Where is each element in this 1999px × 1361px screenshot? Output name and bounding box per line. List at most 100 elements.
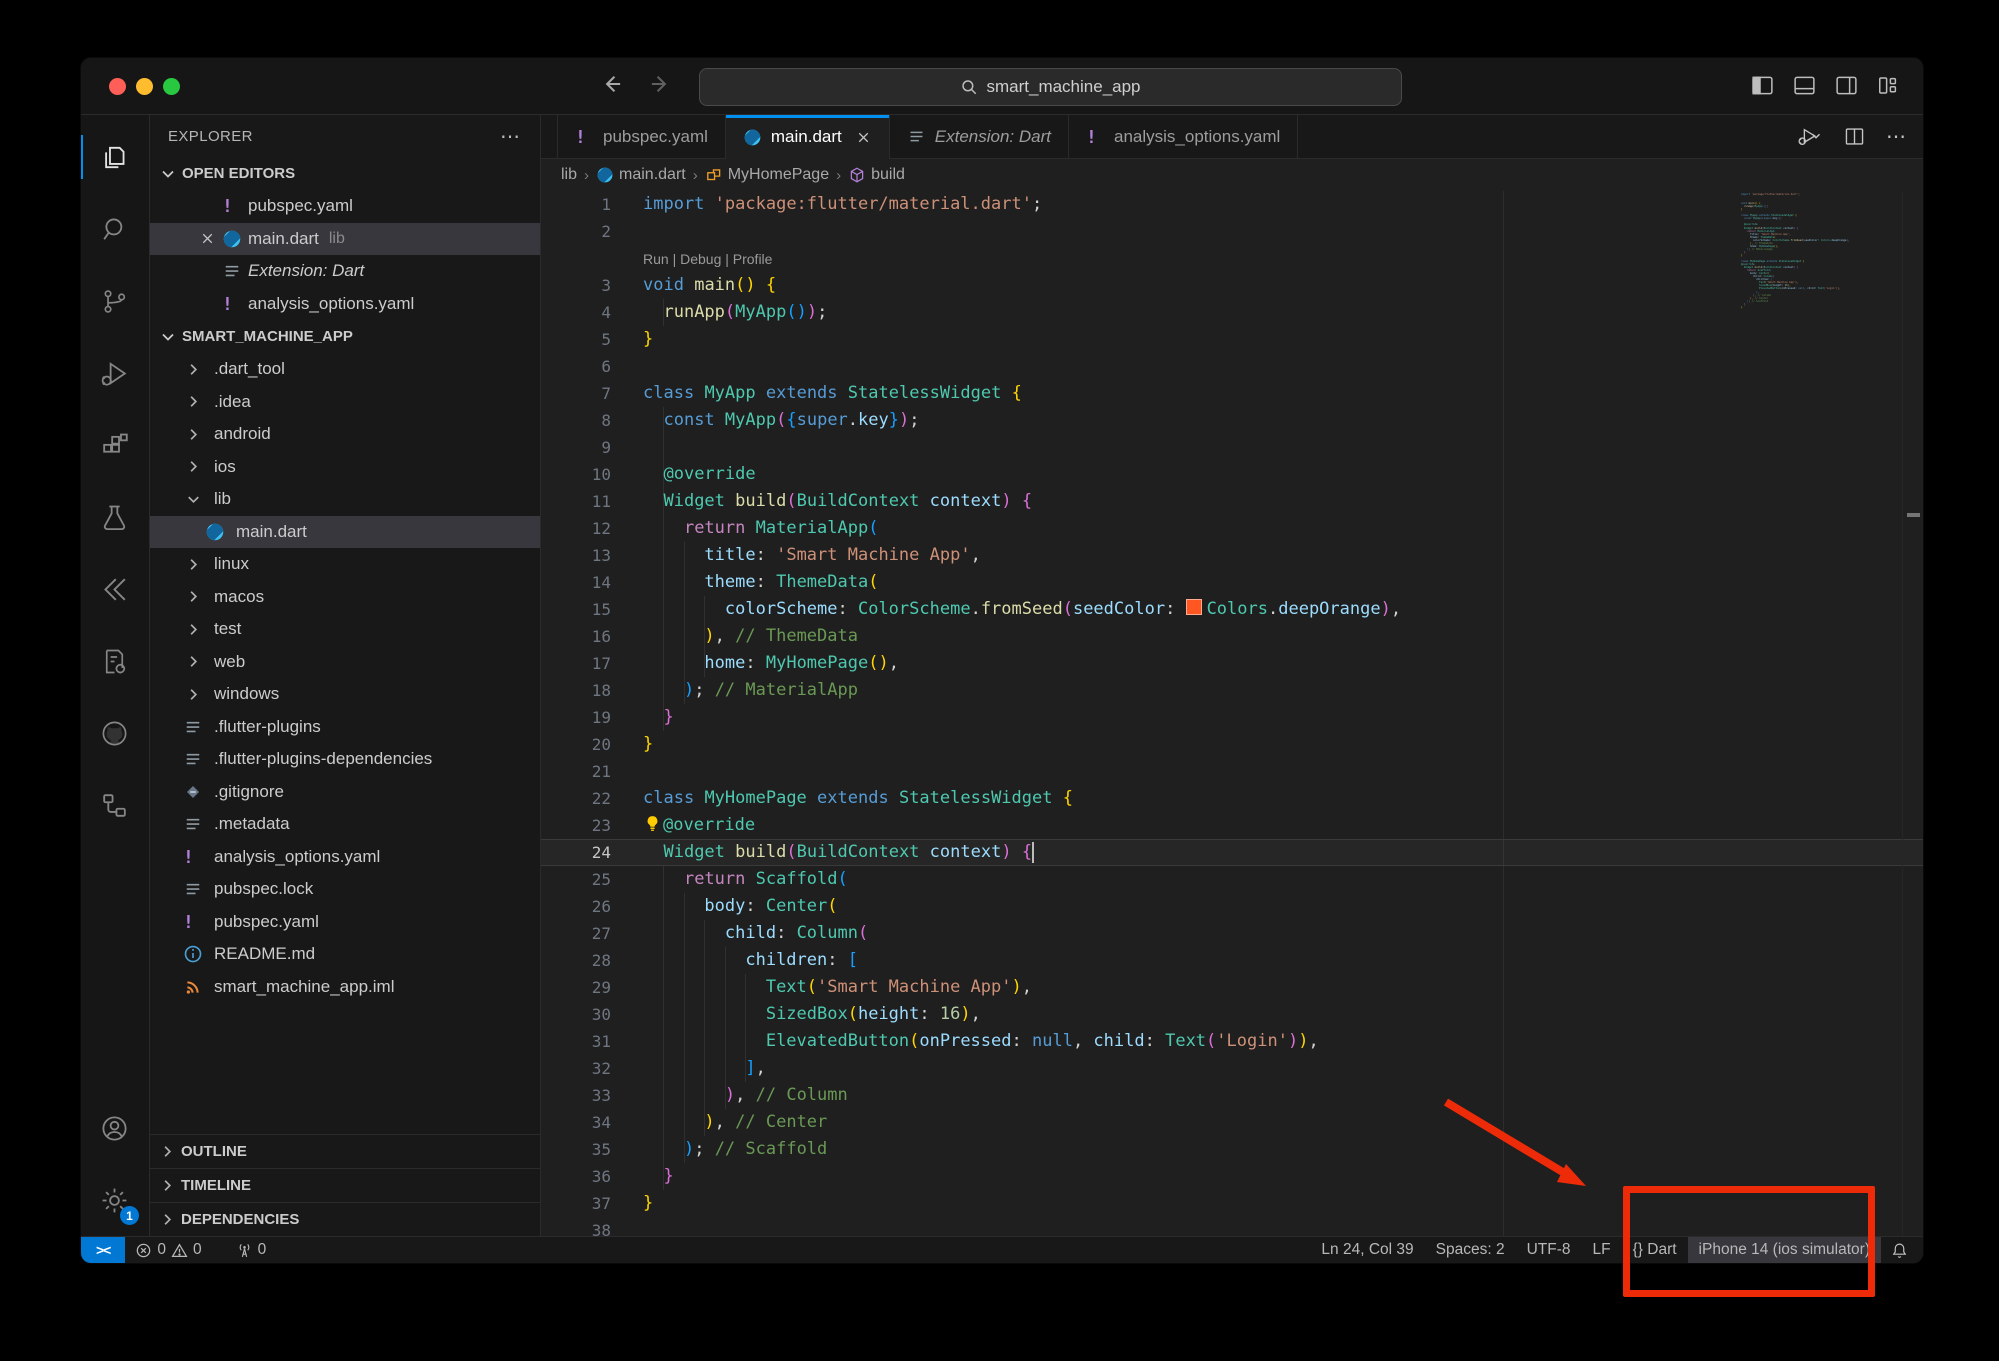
activity-source-control[interactable]: [81, 265, 148, 337]
chev-right-icon: [184, 587, 203, 606]
yaml-icon: !: [183, 847, 203, 867]
activity-github[interactable]: [81, 697, 148, 769]
tab-pubspec-yaml[interactable]: !pubspec.yaml: [557, 115, 726, 158]
command-center-search[interactable]: smart_machine_app: [699, 68, 1402, 106]
tree-item[interactable]: linux: [150, 548, 540, 581]
chev-right-icon: [184, 652, 203, 671]
line-number: 8: [541, 407, 611, 434]
forward-arrow-icon[interactable]: [647, 71, 673, 97]
tree-item[interactable]: smart_machine_app.iml: [150, 971, 540, 1004]
open-editor-item[interactable]: Extension: Dart: [150, 255, 540, 288]
run-debug-button[interactable]: [1796, 125, 1823, 148]
open-editors-section-header[interactable]: OPEN EDITORS: [150, 157, 540, 190]
code-text: [611, 434, 643, 461]
code-text: SizedBox(height: 16),: [611, 1001, 981, 1028]
back-arrow-icon[interactable]: [599, 71, 625, 97]
project-section-header[interactable]: SMART_MACHINE_APP: [150, 320, 540, 353]
status-indentation[interactable]: Spaces: 2: [1425, 1237, 1516, 1263]
tree-item[interactable]: macos: [150, 581, 540, 614]
code-text: [611, 758, 643, 785]
code-editor[interactable]: 1import 'package:flutter/material.dart';…: [541, 191, 1923, 1236]
activity-run-debug[interactable]: [81, 337, 148, 409]
tree-item[interactable]: ! pubspec.yaml: [150, 906, 540, 939]
breadcrumb-item[interactable]: MyHomePage: [705, 166, 829, 184]
tree-item-label: .gitignore: [214, 782, 284, 802]
activity-explorer[interactable]: [81, 121, 148, 193]
open-editor-item[interactable]: !pubspec.yaml: [150, 190, 540, 223]
explorer-more-actions-icon[interactable]: ⋯: [500, 124, 522, 149]
tree-item[interactable]: main.dart: [150, 516, 540, 549]
code-text: return MaterialApp(: [611, 515, 878, 542]
tree-item[interactable]: windows: [150, 678, 540, 711]
breadcrumb-item[interactable]: build: [848, 166, 905, 184]
activity-dart-code[interactable]: [81, 625, 148, 697]
more-actions-icon[interactable]: ⋯: [1886, 124, 1907, 149]
tree-item[interactable]: pubspec.lock: [150, 873, 540, 906]
tree-item[interactable]: android: [150, 418, 540, 451]
minimap[interactable]: import 'package:flutter/material.dart';v…: [1741, 193, 1901, 312]
chev-right-icon: [184, 392, 203, 411]
codelens[interactable]: Run | Debug | Profile: [541, 245, 1923, 272]
activity-account[interactable]: [81, 1092, 148, 1164]
tree-item[interactable]: .flutter-plugins-dependencies: [150, 743, 540, 776]
minimize-window-button[interactable]: [136, 78, 153, 95]
tree-item-label: pubspec.yaml: [214, 912, 319, 932]
open-editor-item[interactable]: !analysis_options.yaml: [150, 288, 540, 321]
status-encoding[interactable]: UTF-8: [1516, 1237, 1582, 1263]
lightbulb-icon[interactable]: [643, 814, 662, 833]
scrollbar[interactable]: [1902, 191, 1923, 1236]
toggle-panel-icon[interactable]: [1792, 73, 1817, 98]
file-icon-slot: !: [178, 912, 208, 932]
color-swatch: [1186, 599, 1202, 615]
tree-item[interactable]: .dart_tool: [150, 353, 540, 386]
sidebar-section-timeline[interactable]: TIMELINE: [150, 1168, 540, 1202]
tab-extension-dart[interactable]: Extension: Dart: [890, 115, 1069, 158]
tree-item[interactable]: !analysis_options.yaml: [150, 841, 540, 874]
chev-right-icon: [184, 555, 203, 574]
activity-flutter[interactable]: [81, 553, 148, 625]
tree-item[interactable]: web: [150, 646, 540, 679]
notifications-bell[interactable]: [1881, 1237, 1923, 1263]
tree-item[interactable]: lib: [150, 483, 540, 516]
sidebar-section-dependencies[interactable]: DEPENDENCIES: [150, 1202, 540, 1236]
tab-main-dart[interactable]: main.dart: [726, 115, 890, 159]
remote-indicator[interactable]: ><: [81, 1237, 125, 1263]
customize-layout-icon[interactable]: [1876, 73, 1901, 98]
breadcrumb-item[interactable]: lib: [561, 166, 577, 184]
status-cursor-position[interactable]: Ln 24, Col 39: [1310, 1237, 1424, 1263]
tree-item[interactable]: .gitignore: [150, 776, 540, 809]
ports-status[interactable]: 0: [226, 1237, 277, 1263]
tree-item[interactable]: .metadata: [150, 808, 540, 841]
toggle-sidebar-icon[interactable]: [1750, 73, 1775, 98]
file-icon-slot: [178, 977, 208, 997]
tree-item-label: .dart_tool: [214, 359, 285, 379]
tree-item[interactable]: .flutter-plugins: [150, 711, 540, 744]
zoom-window-button[interactable]: [163, 78, 180, 95]
activity-settings[interactable]: 1: [81, 1164, 148, 1236]
status-eol[interactable]: LF: [1582, 1237, 1622, 1263]
problems-status[interactable]: 0 0: [125, 1237, 211, 1263]
close-window-button[interactable]: [109, 78, 126, 95]
open-editor-item[interactable]: main.dartlib: [150, 223, 540, 256]
activity-extensions[interactable]: [81, 409, 148, 481]
ports-count: 0: [258, 1241, 267, 1259]
chev-right-icon: [184, 457, 203, 476]
tree-item[interactable]: test: [150, 613, 540, 646]
tree-item-label: android: [214, 424, 271, 444]
tree-item[interactable]: .idea: [150, 386, 540, 419]
chev-down-icon: [184, 490, 203, 509]
code-line-35: 35 ); // Scaffold: [541, 1136, 1923, 1163]
toggle-secondary-sidebar-icon[interactable]: [1834, 73, 1859, 98]
sidebar-section-outline[interactable]: OUTLINE: [150, 1134, 540, 1168]
tree-item[interactable]: ios: [150, 451, 540, 484]
close-slot[interactable]: [192, 230, 222, 247]
tab-analysis-options-yaml[interactable]: !analysis_options.yaml: [1069, 115, 1298, 158]
activity-references[interactable]: [81, 769, 148, 841]
activity-testing[interactable]: [81, 481, 148, 553]
close-icon[interactable]: [855, 129, 872, 146]
code-text: const MyApp({super.key});: [611, 407, 920, 434]
tree-item[interactable]: README.md: [150, 938, 540, 971]
breadcrumb-item[interactable]: main.dart: [596, 166, 686, 184]
activity-search[interactable]: [81, 193, 148, 265]
split-editor-icon[interactable]: [1843, 125, 1866, 148]
